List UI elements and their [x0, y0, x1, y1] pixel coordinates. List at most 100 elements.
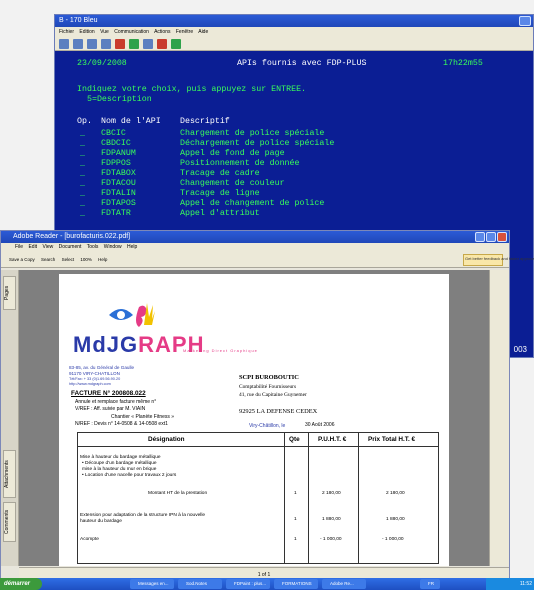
list-item[interactable]: _ CBCIC Chargement de police spéciale — [55, 129, 534, 139]
menu-item-view[interactable]: View — [42, 244, 53, 250]
emulator-title-bar[interactable]: B - 170 Bleu — [55, 15, 533, 27]
macro-icon[interactable] — [143, 39, 153, 49]
list-item[interactable]: _ FDTAPOS Appel de changement de police — [55, 199, 534, 209]
copy-icon[interactable] — [59, 39, 69, 49]
emulator-toolbar — [55, 37, 533, 51]
taskbar-item[interactable]: FORMATIONS — [274, 579, 318, 589]
menu-item-window[interactable]: Window — [104, 244, 122, 250]
help-button[interactable]: Help — [98, 257, 107, 262]
list-item[interactable]: _ FDTALIN Tracage de ligne — [55, 189, 534, 199]
emulator-title: B - 170 Bleu — [59, 17, 98, 24]
emulator-close-icon[interactable] — [519, 16, 531, 26]
menu-item-communication[interactable]: Communication — [114, 29, 149, 35]
ext-label: hauteur du bardage — [80, 519, 122, 524]
taskbar-item[interactable]: Sod.Notes — [178, 579, 222, 589]
tab-comments[interactable]: Comments — [3, 502, 16, 542]
taskbar-item[interactable]: FDPaint : plus... — [226, 579, 270, 589]
invoice-table: Désignation Qte P.U.H.T. € Prix Total H.… — [77, 432, 439, 564]
ext-pu: 1 880,00 — [322, 517, 341, 522]
vertical-scrollbar[interactable] — [489, 270, 509, 566]
status-number: 003 — [513, 345, 527, 354]
feedback-banner[interactable]: Get better feedback and faster approvals — [463, 254, 534, 266]
record-icon[interactable] — [115, 39, 125, 49]
op-input[interactable]: _ — [80, 169, 85, 178]
terminal-option: 5=Description — [87, 95, 152, 104]
paste-icon[interactable] — [73, 39, 83, 49]
table-line: • Location d'une nacelle pour travaux 2 … — [82, 473, 177, 478]
menu-item-edition[interactable]: Edition — [79, 29, 94, 35]
acompte-pu: - 1 000,00 — [320, 537, 342, 542]
menu-item-vue[interactable]: Vue — [100, 29, 109, 35]
stop-icon[interactable] — [157, 39, 167, 49]
vref-line: V/REF : Aff. suivie par M. VIAIN — [75, 406, 146, 412]
print-icon[interactable] — [87, 39, 97, 49]
address-line: http://www.mdgraph.com — [69, 382, 111, 386]
api-desc: Appel de fond de page — [180, 149, 285, 158]
op-input[interactable]: _ — [80, 209, 85, 218]
menu-item-aide[interactable]: Aide — [198, 29, 208, 35]
list-item[interactable]: _ FDTABOX Tracage de cadre — [55, 169, 534, 179]
recipient-name: SCPI BUROBOUTIC — [239, 374, 299, 381]
language-indicator[interactable]: FR — [420, 579, 440, 589]
terminal-date: 23/09/2008 — [77, 59, 127, 68]
search-button[interactable]: Search — [41, 257, 55, 262]
list-item[interactable]: _ FDTACOU Changement de couleur — [55, 179, 534, 189]
list-item[interactable]: _ FDPANUM Appel de fond de page — [55, 149, 534, 159]
col-qte: Qte — [289, 436, 300, 443]
taskbar-item[interactable]: Messages en... — [130, 579, 174, 589]
api-desc: Chargement de police spéciale — [180, 129, 325, 138]
subtotal-pu: 2 180,00 — [322, 491, 341, 496]
close-icon[interactable] — [497, 232, 507, 242]
subtotal-total: 2 180,00 — [386, 491, 405, 496]
reader-window: Adobe Reader - [burofacturis.022.pdf] Fi… — [0, 230, 534, 590]
col-pu: P.U.H.T. € — [318, 436, 347, 443]
op-input[interactable]: _ — [80, 139, 85, 148]
save-copy-button[interactable]: Save a Copy — [9, 257, 35, 262]
company-logo: MdJGRAPH Marketing Direct Graphique — [73, 332, 257, 358]
brand-right: RAPH — [138, 332, 205, 357]
select-button[interactable]: Select — [62, 257, 75, 262]
list-item[interactable]: _ FDTATR Appel d'attribut — [55, 209, 534, 219]
help-icon[interactable] — [171, 39, 181, 49]
play-icon[interactable] — [129, 39, 139, 49]
list-item[interactable]: _ CBDCIC Déchargement de police spéciale — [55, 139, 534, 149]
maximize-icon[interactable] — [486, 232, 496, 242]
taskbar-item[interactable]: Adobe Re... — [322, 579, 366, 589]
op-input[interactable]: _ — [80, 189, 85, 198]
start-button[interactable]: démarrer — [0, 578, 42, 590]
reader-title-bar[interactable]: Adobe Reader - [burofacturis.022.pdf] — [1, 231, 509, 243]
api-desc: Appel de changement de police — [180, 199, 325, 208]
col-total: Prix Total H.T. € — [368, 436, 416, 443]
menu-item-file[interactable]: File — [15, 244, 23, 250]
menu-item-fenetre[interactable]: Fenêtre — [176, 29, 193, 35]
op-input[interactable]: _ — [80, 179, 85, 188]
minimize-icon[interactable] — [475, 232, 485, 242]
api-code: FDTALIN — [101, 189, 136, 198]
api-code: FDTATR — [101, 209, 131, 218]
zoom-level[interactable]: 100% — [80, 257, 92, 262]
menu-item-help[interactable]: Help — [127, 244, 137, 250]
annule-line: Annule et remplace facture même n° — [75, 399, 157, 405]
menu-item-actions[interactable]: Actions — [154, 29, 170, 35]
menu-item-document[interactable]: Document — [59, 244, 82, 250]
op-input[interactable]: _ — [80, 199, 85, 208]
menu-item-fichier[interactable]: Fichier — [59, 29, 74, 35]
menu-item-tools[interactable]: Tools — [87, 244, 99, 250]
tab-attachments[interactable]: Attachments — [3, 450, 16, 498]
send-icon[interactable] — [101, 39, 111, 49]
menu-item-edit[interactable]: Edit — [28, 244, 37, 250]
taskbar: démarrer Messages en... Sod.Notes FDPain… — [0, 578, 534, 590]
document-viewport[interactable]: MdJGRAPH Marketing Direct Graphique 83-8… — [19, 270, 491, 566]
acompte-qty: 1 — [294, 537, 297, 542]
subtotal-qty: 1 — [294, 491, 297, 496]
api-desc: Changement de couleur — [180, 179, 285, 188]
op-input[interactable]: _ — [80, 159, 85, 168]
terminal-heading: APIs fournis avec FDP-PLUS — [237, 59, 367, 68]
op-input[interactable]: _ — [80, 129, 85, 138]
op-input[interactable]: _ — [80, 149, 85, 158]
list-item[interactable]: _ FDPPOS Positionnement de donnée — [55, 159, 534, 169]
reader-title: Adobe Reader - [burofacturis.022.pdf] — [13, 233, 131, 240]
table-header: Désignation Qte P.U.H.T. € Prix Total H.… — [78, 433, 438, 447]
place-date: 30 Août 2006 — [305, 422, 335, 428]
tab-pages[interactable]: Pages — [3, 276, 16, 310]
